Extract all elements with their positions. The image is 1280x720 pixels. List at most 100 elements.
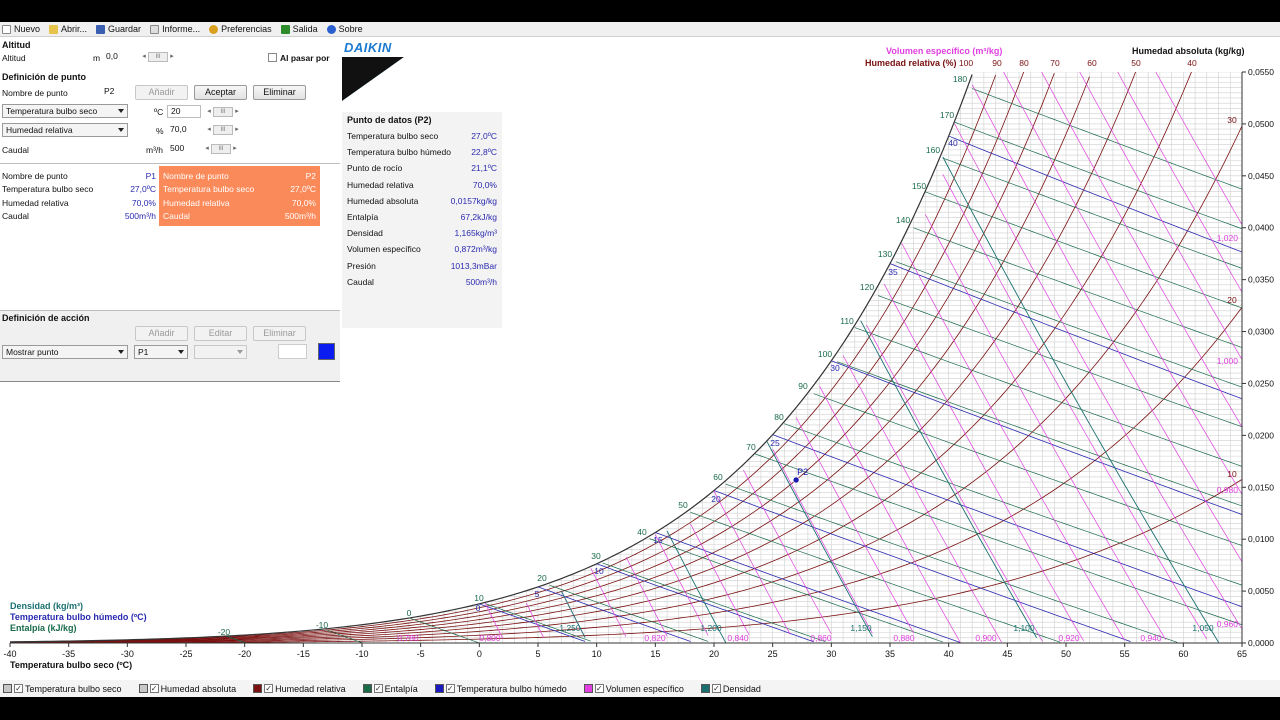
relative-humidity-curve — [10, 74, 996, 643]
relative-humidity-curve — [10, 76, 1090, 643]
menu-informe[interactable]: Informe... — [150, 24, 200, 34]
legend-bar: ✓ Temperatura bulbo seco ✓ Humedad absoluta… — [0, 680, 1280, 697]
rh-right-label: 10 — [1227, 469, 1237, 479]
vol-bottom-label: 0,920 — [1058, 633, 1080, 643]
enthalpy-label: 100 — [818, 349, 832, 359]
wet-bulb-label: 0 — [476, 603, 481, 613]
wet-bulb-line — [772, 434, 1242, 608]
y-tick-label: 0,0500 — [1248, 119, 1274, 129]
menu-preferencias[interactable]: Preferencias — [209, 24, 272, 34]
wet-bulb-label: 5 — [535, 589, 540, 599]
density-bottom-label: 1,250 — [559, 623, 581, 633]
legend-swatch — [3, 684, 12, 693]
y-tick-label: 0,0400 — [1248, 223, 1274, 233]
info-icon — [326, 24, 336, 34]
legend-checkbox[interactable]: ✓ — [14, 684, 23, 693]
x-tick-label: 35 — [885, 649, 895, 659]
legend-item[interactable]: ✓ Entalpía — [360, 684, 418, 694]
legend-label: Densidad — [722, 683, 761, 694]
x-tick-label: 65 — [1237, 649, 1247, 659]
density-bottom-label: 1,150 — [850, 623, 872, 633]
rh-top-label: 50 — [1131, 58, 1141, 68]
wet-bulb-label: 25 — [770, 438, 780, 448]
x-tick-label: -35 — [62, 649, 75, 659]
density-bottom-label: 1,050 — [1192, 623, 1214, 633]
psychrometric-chart[interactable]: -40 -35 -30 -25 -20 -15 -10 -5 0 5 10 15 20 25 30 35 40 4… — [0, 37, 1280, 680]
vol-bottom-label: 0,860 — [810, 633, 832, 643]
enthalpy-label: 50 — [678, 500, 688, 510]
specific-volume-line — [1079, 72, 1242, 361]
wet-bulb-label: 30 — [830, 363, 840, 373]
wet-bulb-label: 15 — [653, 535, 663, 545]
legend-checkbox[interactable]: ✓ — [264, 684, 274, 693]
rh-top-label: 40 — [1187, 58, 1197, 68]
legend-checkbox[interactable]: ✓ — [711, 684, 721, 693]
save-icon — [96, 24, 106, 34]
legend-swatch — [434, 684, 444, 693]
rh-top-label: 90 — [992, 58, 1002, 68]
density-bottom-label: 1,200 — [700, 623, 722, 633]
menu-guardar[interactable]: Guardar — [96, 24, 141, 34]
vol-bottom-label: 0,820 — [644, 633, 666, 643]
wet-bulb-label: 20 — [711, 494, 721, 504]
legend-checkbox[interactable]: ✓ — [445, 684, 455, 693]
enthalpy-label: 20 — [537, 573, 547, 583]
legend-item[interactable]: ✓ Humedad absoluta — [136, 683, 237, 694]
rh-right-label: 30 — [1227, 115, 1237, 125]
x-tick-label: 15 — [650, 649, 660, 659]
legend-item[interactable]: ✓ Temperatura bulbo húmedo — [432, 684, 567, 694]
specific-volume-line — [1117, 72, 1242, 293]
x-tick-label: 5 — [535, 649, 540, 659]
vol-bottom-label: 0,840 — [727, 633, 749, 643]
preferences-icon — [209, 24, 219, 34]
x-tick-label: -20 — [238, 649, 251, 659]
wet-bulb-label: 40 — [948, 138, 958, 148]
enthalpy-line — [690, 512, 1061, 643]
enthalpy-label: 70 — [746, 442, 756, 452]
legend-item[interactable]: ✓ Temperatura bulbo seco — [0, 684, 122, 694]
enthalpy-label: 130 — [878, 249, 892, 259]
menu-salida[interactable]: Salida — [280, 24, 318, 34]
hum-relativa-label: Humedad relativa (%) — [865, 58, 957, 68]
rh-top-label: 100 — [959, 58, 973, 68]
menu-sobre[interactable]: Sobre — [326, 24, 363, 34]
legend-checkbox[interactable]: ✓ — [373, 684, 383, 693]
legend-item[interactable]: ✓ Humedad relativa — [250, 684, 346, 694]
vol-bottom-label: 0,780 — [397, 633, 419, 643]
legend-label: Entalpía — [384, 683, 418, 694]
menu-abrir[interactable]: Abrir... — [49, 24, 87, 34]
open-folder-icon — [49, 24, 59, 34]
x-tick-label: -10 — [355, 649, 368, 659]
legend-label: Humedad absoluta — [160, 683, 237, 694]
x-tick-label: 20 — [709, 649, 719, 659]
x-tick-label: -25 — [179, 649, 192, 659]
rh-right-label: 20 — [1227, 295, 1237, 305]
legend-checkbox[interactable]: ✓ — [594, 684, 604, 693]
enthalpy-label: 0 — [407, 608, 412, 618]
x-tick-label: 25 — [768, 649, 778, 659]
rh-top-label: 70 — [1050, 58, 1060, 68]
x-tick-label: -5 — [417, 649, 425, 659]
legend-checkbox[interactable]: ✓ — [149, 684, 159, 693]
vol-bottom-label: 0,900 — [975, 633, 997, 643]
menu-nuevo[interactable]: Nuevo — [2, 24, 40, 34]
specific-volume-line — [743, 469, 832, 635]
x-tick-label: 45 — [1002, 649, 1012, 659]
y-tick-label: 0,0450 — [1248, 171, 1274, 181]
legend-label: Temperatura bulbo húmedo — [456, 683, 567, 694]
legend-item[interactable]: ✓ Densidad — [698, 684, 761, 694]
vol-right-label: 1,000 — [1217, 356, 1239, 366]
vol-right-label: 1,020 — [1217, 233, 1239, 243]
enthalpy-label: 120 — [860, 282, 874, 292]
y-tick-label: 0,0350 — [1248, 275, 1274, 285]
enthalpy-label: 110 — [840, 316, 854, 326]
legend-label: Humedad relativa — [275, 683, 346, 694]
relative-humidity-curve — [10, 72, 1137, 643]
legend-item[interactable]: ✓ Volumen específico — [581, 684, 684, 694]
legend-label: Volumen específico — [605, 683, 684, 694]
menu-bar: Nuevo Abrir... Guardar Informe... Prefer… — [0, 22, 1280, 37]
y-tick-label: 0,0250 — [1248, 378, 1274, 388]
legend-swatch — [253, 684, 263, 693]
y-tick-label: 0,0200 — [1248, 430, 1274, 440]
density-bottom-label: 1,100 — [1013, 623, 1035, 633]
